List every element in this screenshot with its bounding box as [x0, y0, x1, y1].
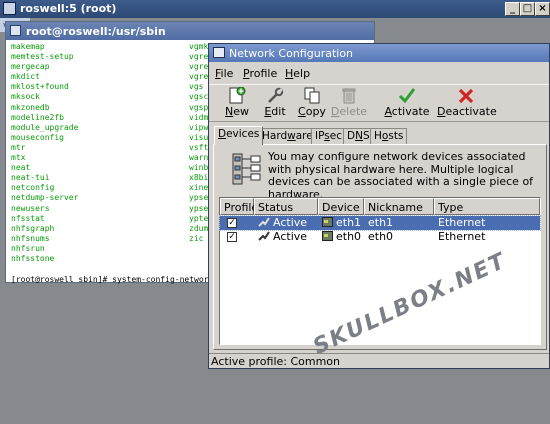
column-header-type[interactable]: Type [434, 198, 540, 215]
menu-profile[interactable]: Profile [243, 67, 277, 80]
network-config-titlebar[interactable]: Network Configuration [209, 44, 549, 62]
table-row[interactable]: ✓ Active eth0 eth0 Ethernet [220, 230, 540, 244]
menu-bar: File Profile Help [209, 65, 549, 81]
terminal-icon [10, 25, 21, 36]
deactivate-button[interactable]: Deactivate [437, 87, 497, 121]
terminal-line: neat-tui [11, 173, 50, 183]
terminal-line: nhfsnums [11, 233, 50, 243]
column-header-status[interactable]: Status [254, 198, 318, 215]
terminal-line: mkzonedb [11, 102, 50, 112]
column-header-device[interactable]: Device [318, 198, 364, 215]
activate-button[interactable]: Activate [382, 87, 432, 121]
minimize-button[interactable]: _ [505, 2, 520, 16]
status-cell: Active [258, 216, 307, 230]
device-cell: eth1 [322, 216, 361, 230]
devices-info-text: You may configure network devices associ… [268, 150, 534, 201]
network-config-title: Network Configuration [229, 47, 354, 60]
terminal-line: nhfsstone [11, 253, 55, 263]
ethernet-card-icon [322, 217, 333, 227]
status-bar: Active profile: Common [209, 353, 549, 368]
device-cell: eth0 [322, 230, 361, 244]
tab-hosts[interactable]: Hosts [370, 128, 408, 145]
terminal-line: memtest-setup [11, 52, 74, 62]
maximize-button[interactable]: □ [520, 2, 535, 16]
delete-icon [340, 87, 358, 104]
nickname-cell: eth0 [368, 230, 394, 243]
nickname-cell: eth1 [368, 216, 394, 229]
type-cell: Ethernet [438, 230, 486, 243]
terminal-line: newusers [11, 203, 50, 213]
outer-window-title: roswell:5 (root) [20, 2, 117, 15]
profile-checkbox[interactable]: ✓ [227, 218, 237, 228]
delete-button[interactable]: Delete [326, 87, 372, 121]
ethernet-card-icon [322, 231, 333, 241]
table-row[interactable]: ✓ Active eth1 eth1 Ethernet [219, 215, 541, 231]
status-cell: Active [258, 230, 307, 244]
column-header-profile[interactable]: Profile [220, 198, 258, 215]
tab-devices[interactable]: Devices [214, 126, 264, 145]
terminal-prompt: [root@roswell sbin]# system-config-netwo… [11, 275, 214, 284]
terminal-line: makemap [11, 42, 45, 51]
type-cell: Ethernet [438, 216, 486, 229]
terminal-line: mergecap [11, 62, 50, 72]
terminal-titlebar[interactable]: root@roswell:/usr/sbin [6, 22, 374, 40]
terminal-line: neat [11, 163, 31, 173]
copy-icon [303, 87, 321, 104]
terminal-line: modeline2fb [11, 112, 64, 122]
terminal-line: mtr [11, 142, 26, 152]
terminal-line: mtx [11, 153, 26, 163]
column-header-nickname[interactable]: Nickname [364, 198, 434, 215]
app-icon [3, 2, 16, 15]
terminal-line: nfsstat [11, 213, 45, 223]
tab-hardware[interactable]: Hardware [258, 128, 317, 145]
terminal-line: mksock [11, 92, 40, 102]
terminal-title: root@roswell:/usr/sbin [26, 25, 166, 38]
menu-help[interactable]: Help [285, 67, 310, 80]
close-button[interactable]: × [535, 2, 550, 16]
deactivate-icon [457, 87, 475, 104]
tab-ipsec[interactable]: IPsec [311, 128, 346, 145]
edit-icon [266, 87, 284, 103]
terminal-line: netconfig [11, 183, 55, 193]
profile-checkbox[interactable]: ✓ [227, 232, 237, 242]
new-icon [228, 86, 246, 104]
terminal-line: module_upgrade [11, 122, 79, 132]
network-status-icon [258, 217, 270, 227]
network-config-icon [213, 47, 225, 58]
terminal-line: mouseconfig [11, 132, 64, 142]
activate-icon [398, 87, 416, 104]
desktop-background [0, 284, 210, 424]
toolbar: New Edit Copy Delete Activate Deactivate [209, 84, 549, 122]
terminal-line: nhfsrun [11, 243, 45, 253]
terminal-line: netdump-server [11, 193, 79, 203]
terminal-column-1: makemap memtest-setup mergecap mkdict mklost… [11, 42, 186, 264]
network-devices-icon [232, 151, 262, 189]
tab-bar: Devices Hardware IPsec DNS Hosts [213, 126, 547, 145]
terminal-line: mkdict [11, 72, 40, 82]
menu-file[interactable]: File [215, 67, 233, 80]
outer-window-titlebar[interactable]: roswell:5 (root) _ □ × [0, 0, 550, 18]
network-status-icon [258, 231, 270, 241]
terminal-line: nhfsgraph [11, 223, 55, 233]
terminal-line: mklost+found [11, 82, 69, 92]
